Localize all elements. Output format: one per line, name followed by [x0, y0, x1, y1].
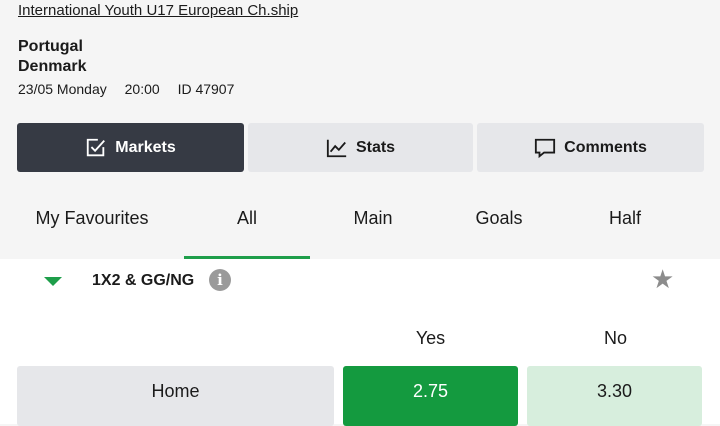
- home-team-name: Portugal: [18, 38, 83, 55]
- subtab-half[interactable]: Half: [562, 188, 688, 248]
- comment-icon: [535, 138, 556, 158]
- away-team-name: Denmark: [18, 58, 87, 75]
- match-id: ID 47907: [177, 81, 235, 97]
- tab-markets-label: Markets: [115, 138, 176, 156]
- odd-yes-value: 2.75: [412, 380, 449, 401]
- star-icon[interactable]: ★: [651, 266, 674, 292]
- row-label-text: Home: [151, 380, 200, 401]
- odd-no-value: 3.30: [596, 380, 633, 401]
- line-chart-icon: [326, 139, 347, 157]
- market-panel: 1X2 & GG/NG i ★ Yes No Home 2.75 3.30: [0, 259, 720, 426]
- match-time: 20:00: [124, 81, 160, 97]
- main-tabs: Markets Stats Comments: [17, 123, 704, 172]
- tab-stats-label: Stats: [355, 138, 396, 156]
- checkbox-icon: [87, 138, 106, 156]
- tab-comments[interactable]: Comments: [477, 123, 704, 172]
- tab-stats[interactable]: Stats: [248, 123, 473, 172]
- tab-markets[interactable]: Markets: [17, 123, 244, 172]
- subtab-all[interactable]: All: [184, 188, 310, 260]
- odd-button-no[interactable]: 3.30: [527, 366, 702, 426]
- match-date: 23/05 Monday: [18, 81, 107, 97]
- subtab-my-favourites[interactable]: My Favourites: [0, 188, 184, 248]
- column-header-yes: Yes: [415, 328, 446, 348]
- collapse-caret-icon[interactable]: [44, 277, 62, 286]
- market-title: 1X2 & GG/NG: [92, 272, 195, 289]
- column-header-no: No: [603, 328, 627, 348]
- subtab-goals[interactable]: Goals: [436, 188, 562, 248]
- match-meta: 23/05 Monday 20:00 ID 47907: [18, 81, 248, 97]
- subtab-main[interactable]: Main: [310, 188, 436, 248]
- market-filter-tabs: My Favourites All Main Goals Half: [0, 188, 720, 260]
- market-header: 1X2 & GG/NG i ★: [0, 259, 720, 305]
- league-link[interactable]: International Youth U17 European Ch.ship: [18, 2, 298, 19]
- info-icon[interactable]: i: [209, 269, 231, 291]
- odd-button-yes[interactable]: 2.75: [343, 366, 518, 426]
- tab-comments-label: Comments: [564, 138, 647, 156]
- row-label: Home: [17, 366, 334, 426]
